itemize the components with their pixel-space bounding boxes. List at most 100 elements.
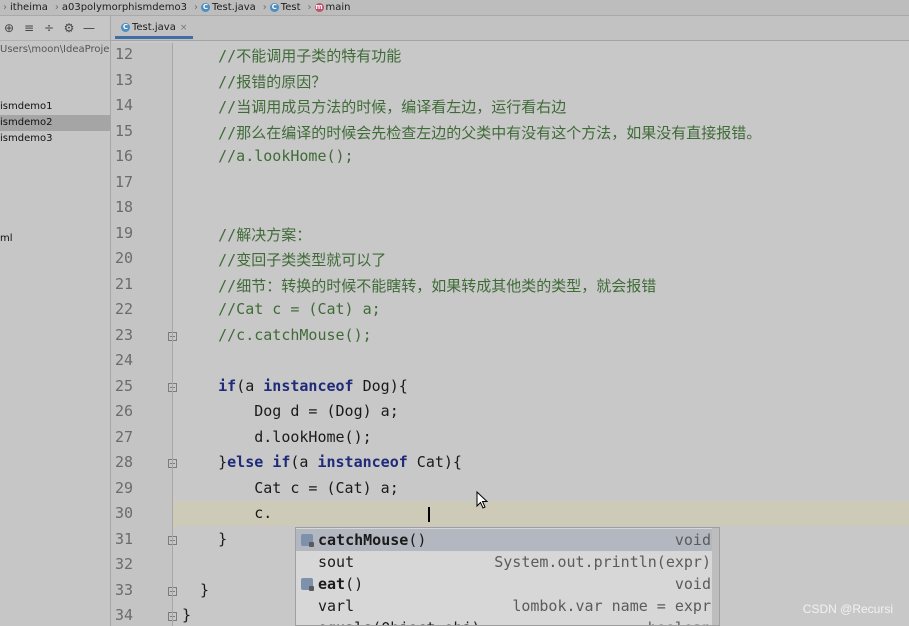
- tree-item[interactable]: Users\moon\IdeaProje: [0, 42, 110, 58]
- line-number: 16: [115, 147, 134, 165]
- line-number: 14: [115, 96, 134, 114]
- completion-name-text: varl: [318, 597, 355, 615]
- mouse-cursor-icon: [476, 491, 488, 509]
- breadcrumb-item[interactable]: › C Test.java: [191, 2, 260, 13]
- line-number: 12: [115, 45, 134, 63]
- breadcrumb-item[interactable]: › a03polymorphismdemo3: [52, 2, 191, 13]
- completion-scrollbar[interactable]: [712, 528, 719, 625]
- code-line: d.lookHome();: [182, 427, 372, 446]
- project-toolbar: ⊕ ≡ ÷ ⚙ —: [0, 16, 110, 41]
- class-icon: C: [200, 3, 210, 12]
- completion-suffix: (): [345, 575, 364, 593]
- line-number: 30: [115, 504, 134, 522]
- method-icon: [301, 578, 314, 591]
- method-icon: [301, 534, 314, 547]
- code-line: //细节：转换的时候不能瞎转，如果转成其他类的类型，就会报错: [182, 276, 657, 295]
- breadcrumb-item[interactable]: › itheima: [0, 2, 52, 13]
- collapse-all-icon[interactable]: ÷: [42, 21, 56, 35]
- code-line: //当调用成员方法的时候，编译看左边，运行看右边: [182, 98, 567, 116]
- chevron-right-icon: ›: [262, 2, 267, 13]
- code-line: //那么在编译的时候会先检查左边的父类中有没有这个方法，如果没有直接报错。: [182, 123, 762, 142]
- code-line: }: [182, 606, 192, 624]
- completion-type: boolean: [648, 619, 711, 625]
- breadcrumb-label: Test: [280, 2, 301, 13]
- locate-icon[interactable]: ⊕: [2, 21, 16, 35]
- line-number: 24: [115, 351, 134, 369]
- completion-type: System.out.println(expr): [494, 553, 711, 571]
- breadcrumb-item[interactable]: › m main: [305, 2, 355, 13]
- watermark: CSDN @Recursi: [802, 602, 893, 616]
- line-gutter: 12 13 14 15 16 17 18 19 20 21 22 23 24 25 26 27 28 29 30 31…: [111, 43, 177, 626]
- editor-tab-bar: C Test.java ×: [111, 16, 909, 41]
- completion-name-text: catchMouse: [318, 531, 409, 549]
- tab-test-java[interactable]: C Test.java ×: [115, 19, 194, 39]
- code-line: //不能调用子类的特有功能: [182, 47, 402, 65]
- code-line: //解决方案：: [182, 225, 312, 244]
- chevron-right-icon: ›: [193, 2, 198, 13]
- line-number: 27: [115, 427, 134, 446]
- tree-item[interactable]: ml: [0, 231, 110, 247]
- expand-all-icon[interactable]: ≡: [22, 21, 36, 35]
- code-line: }else if(a instanceof Cat){: [182, 453, 462, 471]
- code-line: //Cat c = (Cat) a;: [182, 300, 381, 318]
- completion-suffix: (): [408, 531, 427, 549]
- completion-name-text: eat: [318, 575, 346, 593]
- completion-item[interactable]: equals(Object obj) boolean: [296, 617, 719, 625]
- completion-type: void: [674, 531, 711, 549]
- completion-name: eat(): [318, 575, 363, 593]
- chevron-right-icon: ›: [307, 2, 312, 13]
- line-number: 17: [115, 172, 134, 191]
- hide-icon[interactable]: —: [82, 21, 96, 35]
- code-line: //c.catchMouse();: [182, 325, 372, 344]
- tree-item[interactable]: ismdemo3: [0, 131, 110, 147]
- line-number: 28: [115, 453, 134, 471]
- line-number: 22: [115, 300, 134, 318]
- completion-type: void: [674, 575, 711, 593]
- tab-label: Test.java: [132, 22, 176, 33]
- fold-guide: [172, 43, 173, 626]
- breadcrumb: › itheima › a03polymorphismdemo3 › C Test.java…: [0, 0, 909, 16]
- completion-item[interactable]: catchMouse() void: [296, 529, 719, 551]
- class-icon: C: [121, 23, 130, 32]
- breadcrumb-label: itheima: [10, 2, 48, 13]
- tree-item[interactable]: ismdemo2: [0, 115, 110, 131]
- line-number: 34: [115, 606, 134, 624]
- completion-name: equals(Object obj): [318, 619, 481, 625]
- code-line: c.: [182, 504, 273, 522]
- text-caret: [428, 507, 430, 522]
- breadcrumb-label: Test.java: [211, 2, 256, 13]
- close-icon[interactable]: ×: [180, 23, 188, 33]
- completion-type: lombok.var name = expr: [512, 597, 711, 615]
- completion-item[interactable]: sout System.out.println(expr): [296, 551, 719, 573]
- line-number: 31: [115, 529, 134, 548]
- completion-name-text: equals(Object obj): [318, 619, 481, 625]
- method-icon: m: [314, 3, 324, 12]
- line-number: 13: [115, 70, 134, 89]
- breadcrumb-label: main: [325, 2, 351, 13]
- breadcrumb-label: a03polymorphismdemo3: [61, 2, 187, 13]
- code-line: Cat c = (Cat) a;: [182, 478, 399, 497]
- line-number: 26: [115, 402, 134, 420]
- current-line-highlight: [173, 501, 909, 526]
- class-icon: C: [269, 3, 279, 12]
- code-line: }: [182, 529, 228, 548]
- line-number: 33: [115, 580, 134, 599]
- gear-icon[interactable]: ⚙: [62, 21, 76, 35]
- code-line: Dog d = (Dog) a;: [182, 402, 399, 420]
- line-number: 29: [115, 478, 134, 497]
- line-number: 25: [115, 376, 134, 395]
- code-line: //报错的原因？: [182, 72, 327, 91]
- line-number: 21: [115, 274, 134, 293]
- completion-item[interactable]: varl lombok.var name = expr: [296, 595, 719, 617]
- code-line: if(a instanceof Dog){: [218, 376, 408, 395]
- code-line: //变回子类类型就可以了: [182, 251, 387, 269]
- breadcrumb-item[interactable]: › C Test: [260, 2, 305, 13]
- tree-item[interactable]: ismdemo1: [0, 99, 110, 115]
- project-panel: ⊕ ≡ ÷ ⚙ — Users\moon\IdeaProje ismdemo1 is…: [0, 16, 111, 626]
- completion-name-text: sout: [318, 553, 355, 571]
- line-number: 15: [115, 121, 134, 140]
- line-number: 23: [115, 325, 134, 344]
- line-number: 18: [115, 198, 134, 216]
- completion-item[interactable]: eat() void: [296, 573, 719, 595]
- completion-popup[interactable]: catchMouse() void sout System.out.println(e…: [295, 527, 720, 626]
